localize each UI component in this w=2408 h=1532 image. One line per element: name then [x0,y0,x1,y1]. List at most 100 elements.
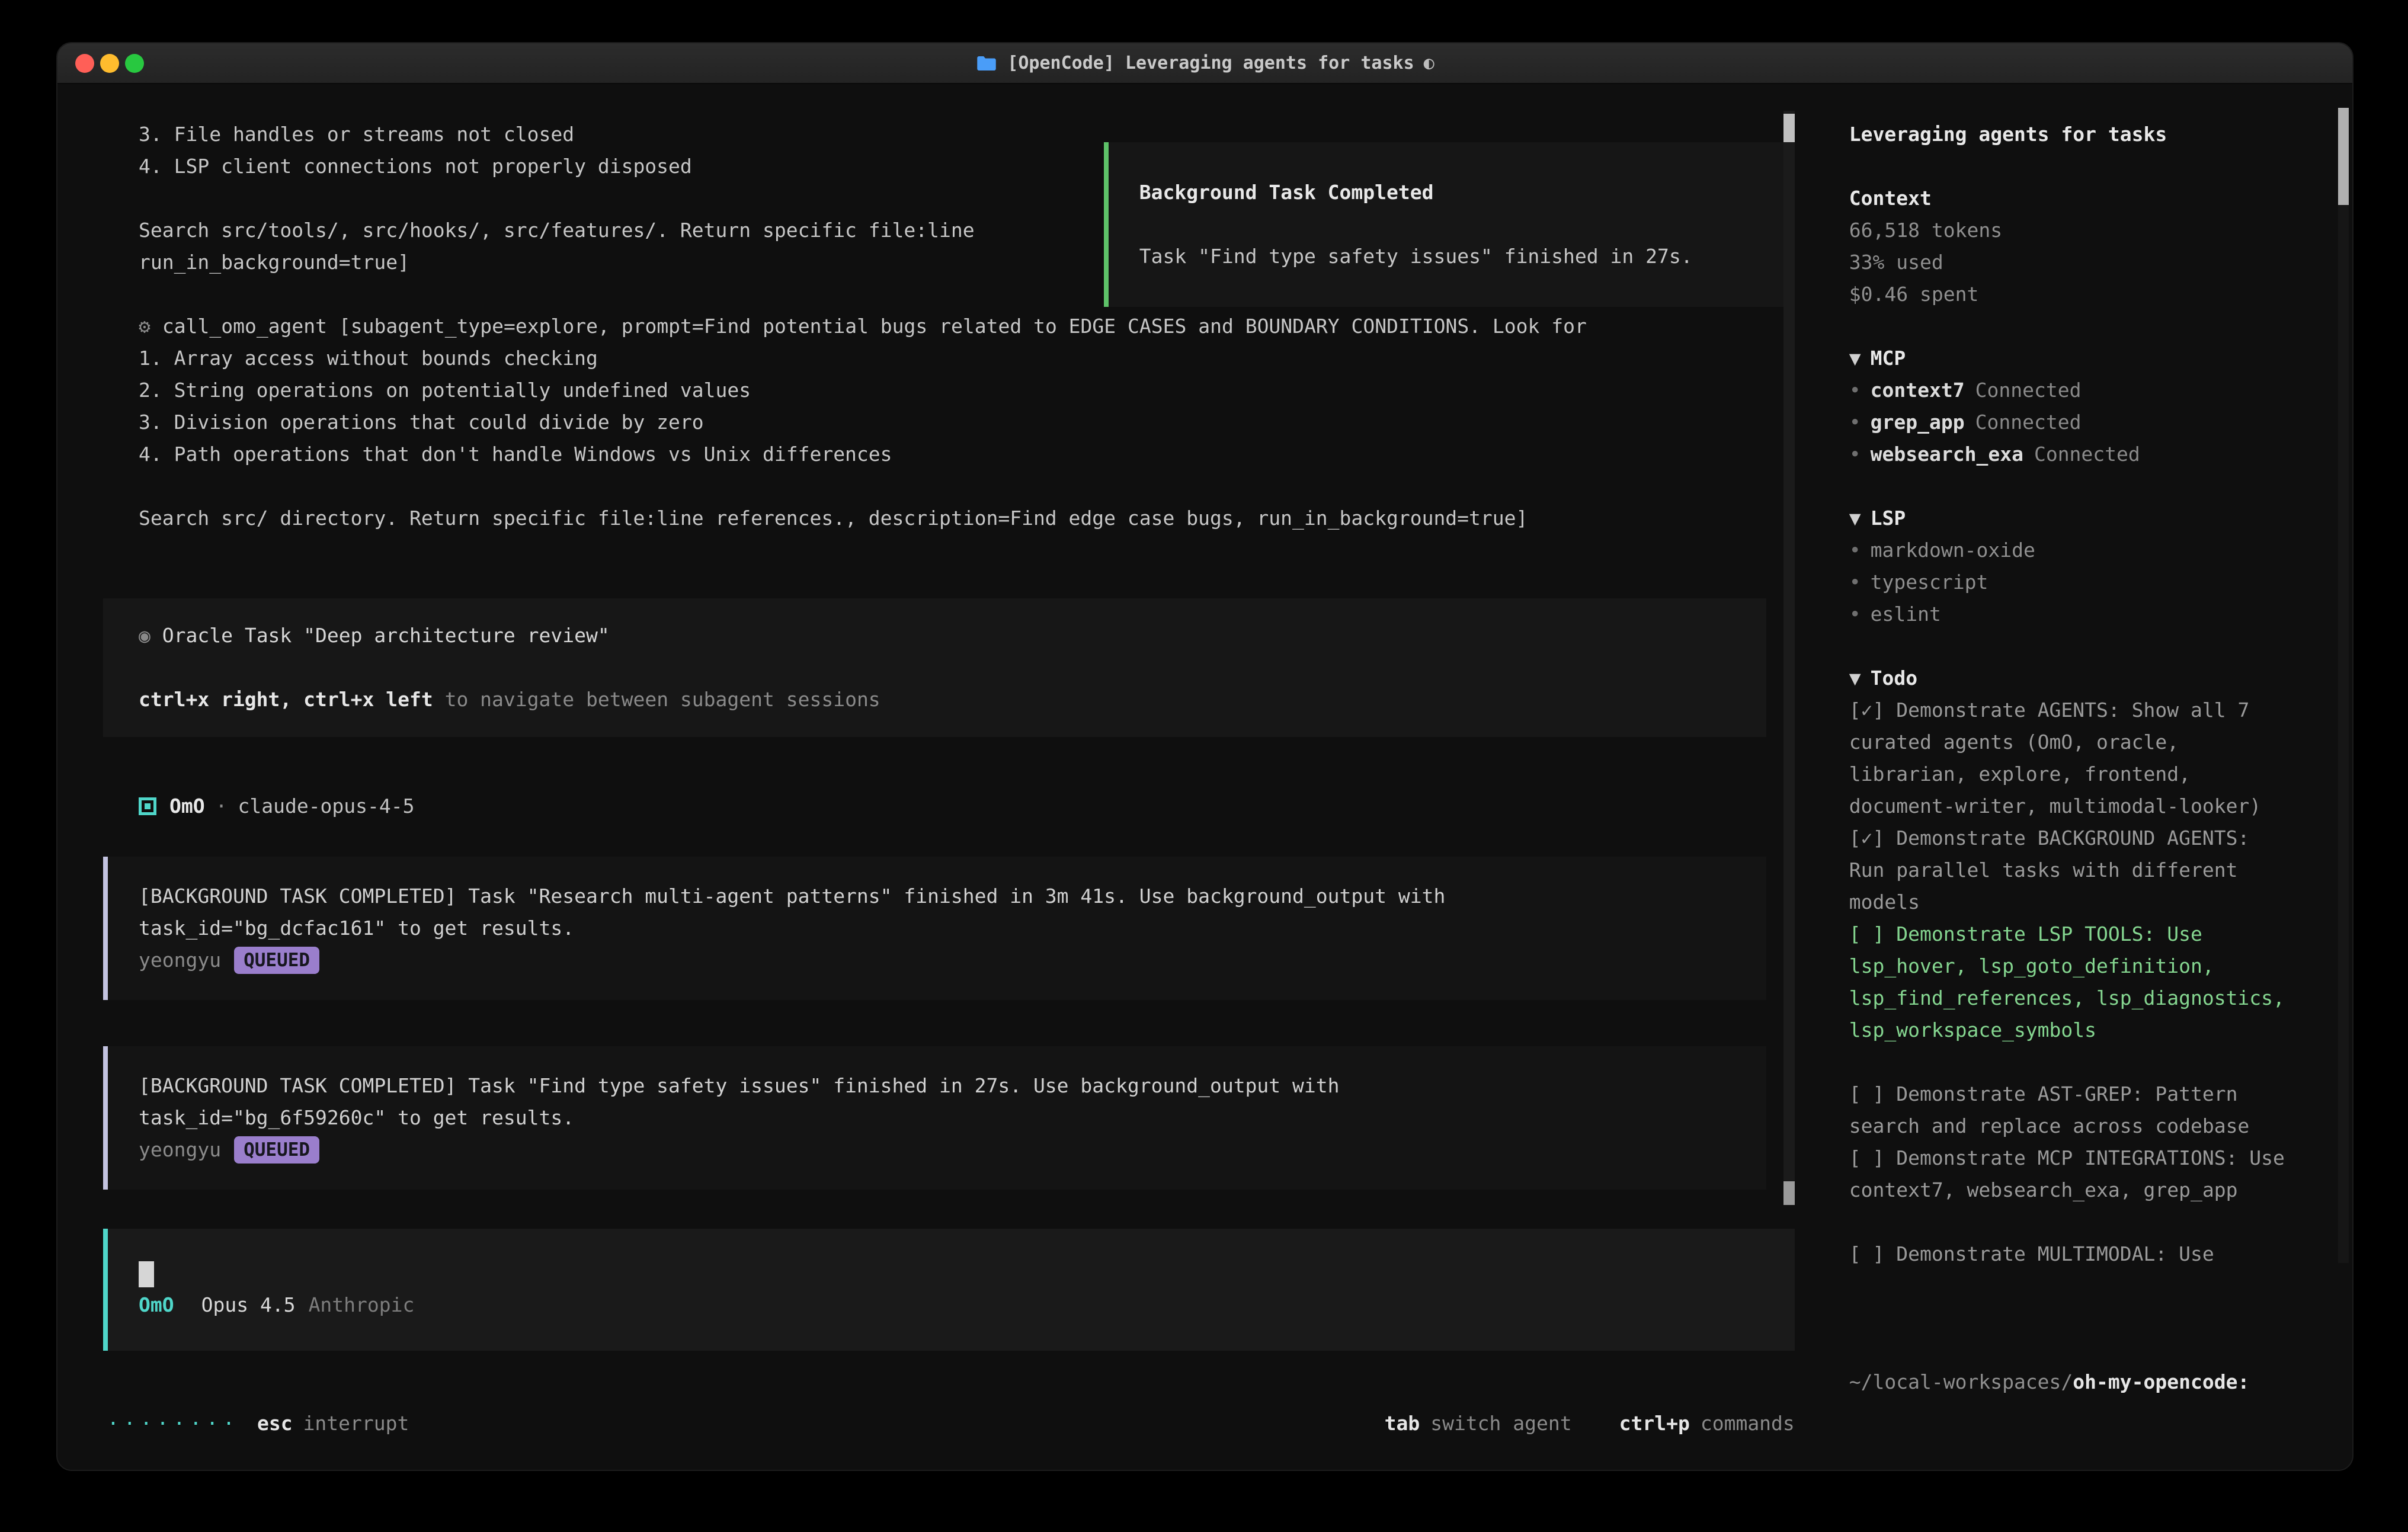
window-title: [OpenCode] Leveraging agents for tasks ◐ [975,47,1434,79]
agent-model: claude-opus-4-5 [238,790,414,822]
window-content: 3. File handles or streams not closed 4.… [57,84,2352,1471]
commands-key-label: commands [1701,1408,1795,1440]
bullet-icon: • [1849,411,1861,434]
background-task-toast: Background Task Completed Task "Find typ… [1104,142,1795,307]
statusbar: ········ esc interrupt tab switch agent … [107,1408,1795,1440]
esc-key-hint: esc [257,1408,293,1440]
agent-header: OmO · claude-opus-4-5 [139,790,1766,822]
chevron-down-icon: ▼ [1849,507,1861,530]
session-icon: ◉ [139,624,150,647]
message-author: yeongyu [139,944,221,976]
context-heading: Context [1849,182,2285,214]
tool-call-line: ⚙ call_omo_agent [subagent_type=explore, … [139,310,1753,342]
mcp-item: •websearch_exaConnected [1849,438,2285,470]
text-cursor [139,1261,154,1287]
todo-checkbox: [ ] [1849,1082,1896,1105]
titlebar: [OpenCode] Leveraging agents for tasks ◐ [57,43,2352,84]
tab-key-hint: tab [1385,1408,1420,1440]
main-scrollbar-track[interactable] [1783,111,1795,1205]
agent-name: OmO [169,790,205,822]
workspace-path: ~/local-workspaces/oh-my-opencode: maste… [1849,1302,2285,1471]
spinner-dots: ········ [107,1408,239,1440]
toast-body: Task "Find type safety issues" finished … [1139,241,1759,273]
prompt-input[interactable]: OmO Opus 4.5 Anthropic [103,1229,1795,1351]
esc-key-label: interrupt [303,1408,409,1440]
workspace-project: oh-my-opencode: [2073,1370,2249,1393]
bullet-icon: • [1849,379,1861,402]
minimize-button[interactable] [100,54,119,73]
output-line: 2. String operations on potentially unde… [139,374,1753,406]
workspace-path-prefix: ~/local-workspaces/ [1849,1370,2073,1393]
window-title-text: [OpenCode] Leveraging agents for tasks [1007,47,1414,79]
todo-checkbox: [✓] [1849,826,1896,850]
tool-call-text: call_omo_agent [subagent_type=explore, p… [162,315,1587,338]
mcp-item: •context7Connected [1849,374,2285,406]
active-agent-name: OmO [139,1289,174,1321]
message-meta: yeongyu QUEUED [139,944,1735,976]
oracle-task-line: ◉ Oracle Task "Deep architecture review" [139,620,1731,652]
folder-icon [975,55,998,72]
session-indicator-icon: ◐ [1424,47,1434,79]
todo-item-active: [ ] Demonstrate LSP TOOLS: Use lsp_hover… [1849,918,2285,1046]
agent-icon [139,797,156,815]
context-used: 33% used [1849,246,2285,278]
subagent-session-card: ◉ Oracle Task "Deep architecture review"… [103,598,1766,737]
background-task-message: [BACKGROUND TASK COMPLETED] Task "Resear… [103,857,1766,1000]
active-model-name: Opus 4.5 [201,1289,296,1321]
output-line: Search src/ directory. Return specific f… [139,502,1753,534]
sidebar: Leveraging agents for tasks Context 66,5… [1824,84,2352,1471]
lsp-item: •typescript [1849,566,2285,598]
lsp-item: •markdown-oxide [1849,534,2285,566]
git-branch: master [1849,1462,2285,1471]
todo-item: [✓] Demonstrate AGENTS: Show all 7 curat… [1849,694,2285,822]
oracle-task-title: Oracle Task "Deep architecture review" [162,624,610,647]
model-info-row: OmO Opus 4.5 Anthropic [139,1289,1764,1321]
output-line: 4. Path operations that don't handle Win… [139,438,1753,470]
terminal-main-pane: 3. File handles or streams not closed 4.… [57,84,1824,1471]
output-line [139,470,1753,502]
lsp-section-toggle[interactable]: ▼LSP [1849,502,2285,534]
status-badge: QUEUED [234,947,319,974]
status-badge: QUEUED [234,1136,319,1164]
sidebar-scrollbar-thumb[interactable] [2338,108,2349,205]
tab-key-label: switch agent [1430,1408,1571,1440]
bullet-icon: • [1849,539,1861,562]
zoom-button[interactable] [125,54,144,73]
message-meta: yeongyu QUEUED [139,1134,1735,1166]
message-text: [BACKGROUND TASK COMPLETED] Task "Find t… [139,1070,1561,1134]
context-tokens: 66,518 tokens [1849,214,2285,246]
main-scrollbar-thumb[interactable] [1783,114,1795,142]
background-task-message: [BACKGROUND TASK COMPLETED] Task "Find t… [103,1046,1766,1190]
chevron-down-icon: ▼ [1849,347,1861,370]
close-button[interactable] [75,54,94,73]
todo-checkbox: [ ] [1849,922,1896,946]
message-text: [BACKGROUND TASK COMPLETED] Task "Resear… [139,880,1561,944]
todo-section-toggle[interactable]: ▼Todo [1849,662,2285,694]
sidebar-scrollbar-track[interactable] [2338,108,2349,1263]
toast-title: Background Task Completed [1139,177,1759,209]
mcp-item: •grep_appConnected [1849,406,2285,438]
todo-checkbox: [ ] [1849,1146,1896,1169]
main-scrollbar-thumb-secondary[interactable] [1783,1181,1795,1205]
todo-checkbox: [✓] [1849,698,1896,722]
chevron-down-icon: ▼ [1849,666,1861,690]
session-title: Leveraging agents for tasks [1849,118,2285,150]
separator-dot: · [216,790,228,822]
mcp-section-toggle[interactable]: ▼MCP [1849,342,2285,374]
message-author: yeongyu [139,1134,221,1166]
gear-icon: ⚙ [139,315,150,338]
model-provider: Anthropic [309,1289,415,1321]
bullet-icon: • [1849,602,1861,626]
terminal-window: [OpenCode] Leveraging agents for tasks ◐… [56,42,2353,1471]
commands-key-hint: ctrl+p [1619,1408,1690,1440]
hint-keys: ctrl+x right, ctrl+x left [139,688,433,711]
bullet-icon: • [1849,571,1861,594]
traffic-lights [75,54,144,73]
output-line: 1. Array access without bounds checking [139,342,1753,374]
lsp-item: •eslint [1849,598,2285,630]
output-line: 3. Division operations that could divide… [139,406,1753,438]
input-line[interactable] [139,1257,1764,1289]
navigation-hint: ctrl+x right, ctrl+x left to navigate be… [139,684,1731,716]
todo-item: [ ] Demonstrate AST-GREP: Pattern search… [1849,1078,2285,1142]
hint-text: to navigate between subagent sessions [433,688,880,711]
